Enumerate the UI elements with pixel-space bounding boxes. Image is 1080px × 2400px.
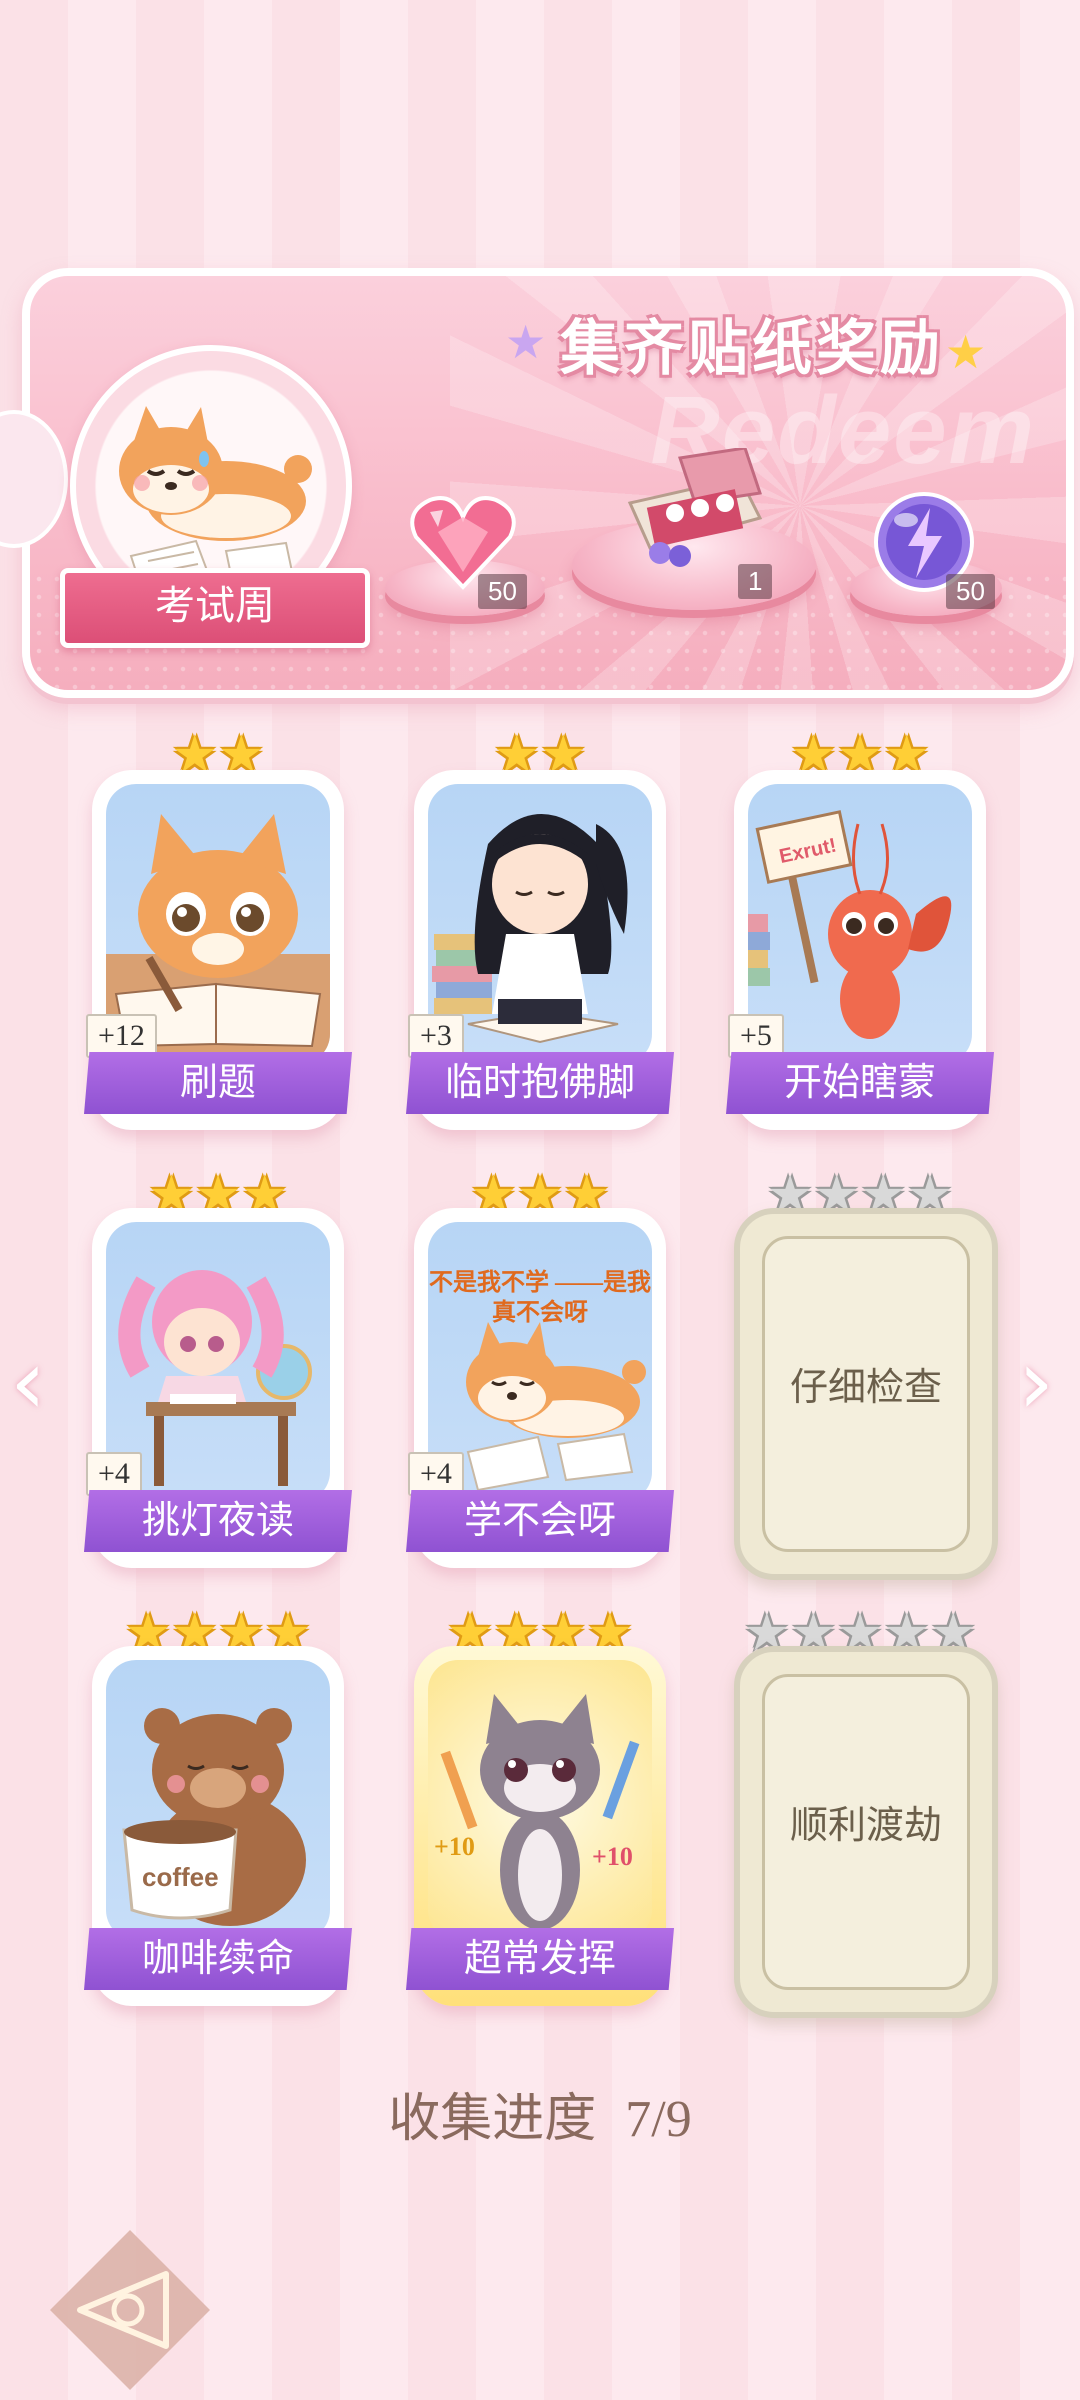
back-arrow-icon xyxy=(66,2262,194,2363)
sticker-bonus: +4 xyxy=(86,1452,142,1496)
progress-label: 收集进度 xyxy=(388,2091,597,2148)
sticker-name: 顺利渡劫 xyxy=(789,1805,942,1847)
sticker-name: 临时抱佛脚 xyxy=(406,1052,674,1114)
collection-progress: 收集进度 7/9 xyxy=(0,2076,1080,2151)
sticker-bonus: +5 xyxy=(728,1014,784,1058)
sparkle-icon: ★ xyxy=(505,317,547,368)
reward-count: 50 xyxy=(478,574,527,609)
sticker-card[interactable]: +4 挑灯夜读 xyxy=(84,1208,352,1568)
sticker-card[interactable]: coffee 咖啡续命 xyxy=(84,1646,352,2006)
sticker-name: 咖啡续命 xyxy=(84,1928,352,1990)
cat-pencils-icon: +10 +10 xyxy=(428,1660,652,1940)
gift-box-icon xyxy=(620,446,770,573)
sticker-bonus: +3 xyxy=(408,1014,464,1058)
sticker-name: 超常发挥 xyxy=(406,1928,674,1990)
level-label: 考试周 xyxy=(60,568,370,648)
sticker-card[interactable]: +10 +10 超常发挥 xyxy=(406,1646,674,2006)
reward-count: 1 xyxy=(738,564,773,599)
sticker-card[interactable]: 不是我不学 ——是我真不会呀 +4 学不会呀 xyxy=(406,1208,674,1568)
sticker-card[interactable]: +3 临时抱佛脚 xyxy=(406,770,674,1130)
bear-coffee-icon: coffee xyxy=(106,1660,330,1940)
sticker-name: 刷题 xyxy=(84,1052,352,1114)
sticker-name: 仔细检查 xyxy=(789,1367,942,1409)
cup-text: coffee xyxy=(142,1862,219,1892)
sticker-name: 开始瞎蒙 xyxy=(726,1052,994,1114)
chevron-left-icon[interactable]: ‹ xyxy=(10,1330,46,1435)
sticker-bonus: +12 xyxy=(86,1014,157,1058)
progress-value: 7/9 xyxy=(625,2091,692,2148)
sticker-name: 学不会呀 xyxy=(406,1490,674,1552)
sticker-card[interactable]: +12 刷题 xyxy=(84,770,352,1130)
bonus-right-text: +10 xyxy=(592,1842,633,1871)
reward-count: 50 xyxy=(946,574,995,609)
bonus-left-text: +10 xyxy=(434,1832,475,1861)
sticker-name: 挑灯夜读 xyxy=(84,1490,352,1552)
sticker-bonus: +4 xyxy=(408,1452,464,1496)
locked-sticker-card[interactable]: 仔细检查 xyxy=(734,1208,998,1580)
banner-title: 集齐贴纸奖励 xyxy=(560,316,944,382)
sticker-card[interactable]: Exrut! +5 开始瞎蒙 xyxy=(726,770,994,1130)
chevron-right-icon[interactable]: › xyxy=(1018,1330,1054,1435)
locked-sticker-card[interactable]: 顺利渡劫 xyxy=(734,1646,998,2018)
sparkle-icon: ★ xyxy=(945,327,987,378)
